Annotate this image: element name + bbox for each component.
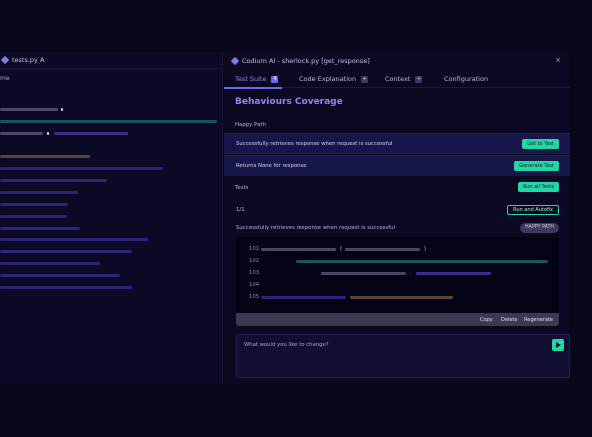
tab-label: Context (385, 75, 411, 83)
code-line (0, 120, 217, 123)
code-line (0, 191, 78, 194)
run-all-tests-button[interactable]: Run all Tests (517, 182, 559, 192)
code-token (345, 248, 420, 251)
line-number: 103 (249, 270, 260, 276)
code-line-dot (47, 132, 49, 135)
editor-tab[interactable]: tests.py A (0, 52, 223, 69)
code-line (0, 262, 100, 265)
codium-logo-icon (230, 56, 240, 66)
active-tab-indicator (224, 87, 282, 89)
code-paren: ) (424, 246, 427, 252)
tab-label: Code Explanation (299, 75, 357, 83)
panel-title: Codium AI - sherlock.py [get_response] (230, 56, 370, 66)
code-dot: . (410, 270, 412, 276)
line-number: 104 (249, 282, 260, 288)
code-line (54, 132, 128, 135)
codium-panel: Codium AI - sherlock.py [get_response] ×… (224, 52, 570, 384)
chat-box (236, 334, 570, 378)
chat-input[interactable] (244, 342, 544, 348)
code-token (261, 248, 336, 251)
code-line (0, 179, 107, 182)
panel-title-text: Codium AI - sherlock.py [get_response] (242, 57, 370, 65)
code-line (0, 108, 58, 111)
code-token (261, 296, 346, 299)
test-name: Successfully retrieves response when req… (236, 225, 396, 231)
test-code-block: 101 102 103 104 105 ( ) . Copy Delete Re… (236, 237, 559, 326)
line-number: 102 (249, 258, 260, 264)
copy-button[interactable]: Copy (480, 317, 493, 323)
go-to-test-button[interactable]: Got to Test (522, 139, 559, 149)
behaviour-row: Successfully retrieves response when req… (224, 133, 570, 154)
code-line (0, 250, 132, 253)
code-token (321, 272, 406, 275)
code-line (0, 155, 90, 158)
plus-icon: + (415, 75, 423, 83)
tab-code-explanation[interactable]: Code Explanation + (299, 70, 369, 88)
line-number: 105 (249, 294, 260, 300)
tab-count-badge: 4 (271, 75, 279, 83)
code-line (0, 238, 148, 241)
tab-label: Configuration (444, 75, 489, 83)
tab-bar: Test Suite 4 Code Explanation + Context … (224, 70, 570, 88)
run-and-autofix-button[interactable]: Run and Autofix (507, 205, 559, 215)
delete-button[interactable]: Delete (501, 317, 517, 323)
plus-icon: + (361, 75, 369, 83)
code-token (296, 260, 548, 263)
editor-tab-label: tests.py A (12, 56, 45, 64)
code-line (0, 132, 43, 135)
regenerate-button[interactable]: Regenerate (524, 317, 553, 323)
close-icon[interactable]: × (555, 56, 561, 64)
test-count: 1/1 (236, 207, 245, 213)
tab-configuration[interactable]: Configuration (444, 70, 488, 88)
editor-panel: tests.py A me (0, 52, 223, 384)
python-file-icon (0, 55, 10, 65)
line-number: 101 (249, 246, 260, 252)
code-line (0, 215, 67, 218)
code-paren: ( (340, 246, 343, 252)
generate-test-button[interactable]: Generate Test (514, 161, 559, 171)
section-title: Behaviours Coverage (235, 97, 343, 107)
editor-breadcrumb: me (0, 75, 10, 82)
tab-test-suite[interactable]: Test Suite 4 (235, 70, 279, 88)
behaviour-text: Successfully retrieves response when req… (236, 141, 393, 147)
code-line (0, 203, 68, 206)
behaviour-text: Returns None for response (236, 163, 307, 169)
code-token (350, 296, 453, 299)
send-icon (556, 342, 561, 348)
code-line (0, 227, 80, 230)
code-toolbar: Copy Delete Regenerate (236, 313, 559, 326)
tab-label: Test Suite (235, 75, 267, 83)
code-line (0, 286, 132, 289)
behaviour-row: Returns None for response Generate Test (224, 155, 570, 176)
happy-path-label: Happy Path (235, 122, 266, 128)
code-line (0, 274, 120, 277)
send-button[interactable] (552, 339, 564, 351)
code-line (0, 167, 163, 170)
code-token (416, 272, 491, 275)
tab-context[interactable]: Context + (385, 70, 423, 88)
tests-label: Tests (235, 185, 249, 191)
happy-path-badge: HAPPY PATH (519, 223, 559, 233)
code-line-paren (61, 108, 63, 111)
